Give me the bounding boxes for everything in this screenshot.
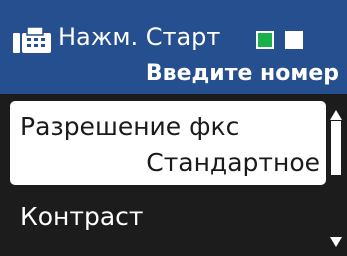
menu-item-value: Стандартное [146,148,320,177]
menu-item-contrast[interactable]: Контраст [20,200,143,234]
lcd-screen: Нажм. Старт Введите номер Разрешение фкс… [0,0,347,256]
status-text: Нажм. Старт [58,23,221,51]
header-bar: Нажм. Старт Введите номер [0,0,347,94]
prompt-text: Введите номер [145,61,339,86]
scroll-down-arrow-icon[interactable] [329,236,343,248]
menu-item-label: Разрешение фкс [20,112,240,141]
green-indicator-icon [256,31,274,49]
scrollbar-thumb[interactable] [331,121,341,175]
fax-icon [13,26,51,53]
white-indicator-icon [285,31,303,49]
scroll-up-arrow-icon[interactable] [329,109,343,121]
menu-item-fax-resolution[interactable]: Разрешение фкс Стандартное [10,101,326,185]
